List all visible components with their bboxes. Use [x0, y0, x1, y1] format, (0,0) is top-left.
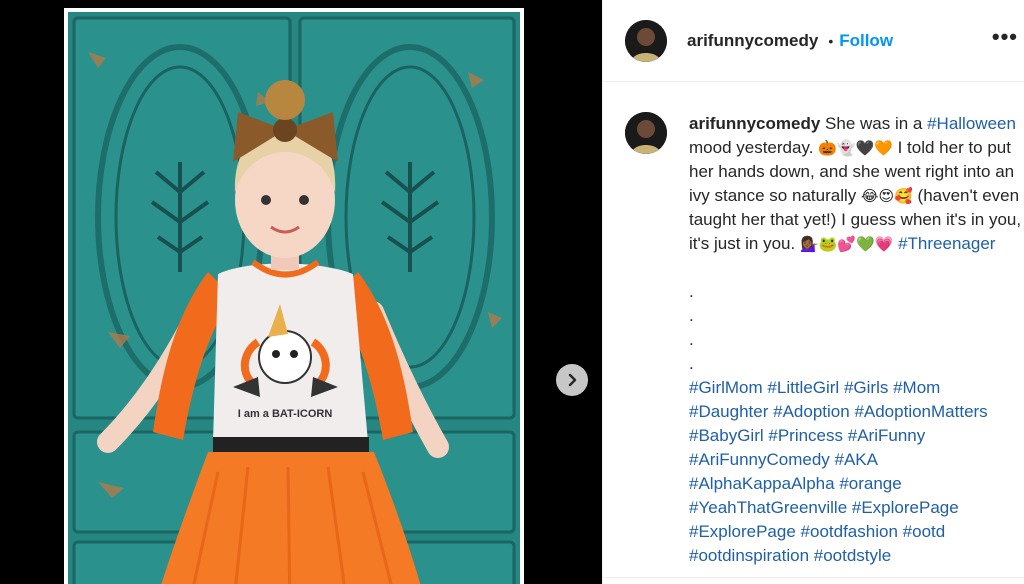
hashtag-link[interactable]: #AdoptionMatters	[854, 402, 987, 421]
post-username[interactable]: arifunnycomedy	[687, 31, 818, 51]
hashtag-link[interactable]: #LittleGirl	[767, 378, 839, 397]
hashtag-link[interactable]: #ootdfashion	[801, 522, 898, 541]
hashtag-link[interactable]: #ootd	[903, 522, 946, 541]
avatar[interactable]	[625, 19, 667, 62]
caption-part: mood yesterday.	[689, 138, 819, 157]
photo-illustration: I am a BAT-ICORN	[68, 12, 520, 584]
emoji-group: 💁🏾‍♀️🐸💕💚💗	[799, 235, 894, 253]
hashtag-link[interactable]: #ootdinspiration	[689, 546, 809, 565]
next-photo-button[interactable]	[556, 364, 588, 396]
hashtag-link[interactable]: #Halloween	[927, 114, 1016, 133]
avatar-image	[625, 19, 667, 62]
caption-dot: .	[689, 354, 694, 373]
hashtag-link[interactable]: #AKA	[835, 450, 878, 469]
emoji-group: 😂😍🥰	[860, 187, 913, 205]
post-header: arifunnycomedy • Follow •••	[603, 0, 1024, 82]
hashtag-link[interactable]: #GirlMom	[689, 378, 763, 397]
caption-dot: .	[689, 306, 694, 325]
hashtag-link[interactable]: #AriFunnyComedy	[689, 450, 830, 469]
divider	[603, 577, 1024, 578]
hashtag-list: #GirlMom #LittleGirl #Girls #Mom #Daught…	[689, 376, 1024, 568]
hashtag-link[interactable]: #ExplorePage	[852, 498, 959, 517]
shirt-text: I am a BAT-ICORN	[238, 408, 333, 420]
caption-avatar[interactable]	[625, 112, 667, 154]
hashtag-link[interactable]: #AriFunny	[848, 426, 925, 445]
caption-username[interactable]: arifunnycomedy	[689, 114, 820, 133]
hashtag-link[interactable]: #Mom	[893, 378, 940, 397]
hashtag-link[interactable]: #Daughter	[689, 402, 768, 421]
hashtag-link[interactable]: #Girls	[844, 378, 888, 397]
hashtag-link[interactable]: #AlphaKappaAlpha	[689, 474, 835, 493]
more-options-icon[interactable]: •••	[992, 24, 1018, 50]
caption-dot: .	[689, 330, 694, 349]
hashtag-link[interactable]: #orange	[839, 474, 901, 493]
separator-dot: •	[828, 32, 834, 49]
hashtag-link[interactable]: #Adoption	[773, 402, 850, 421]
hashtag-link[interactable]: #Threenager	[898, 234, 995, 253]
post-side-panel: arifunnycomedy • Follow ••• arifunnycome…	[602, 0, 1024, 584]
chevron-right-icon	[568, 373, 577, 387]
hashtag-link[interactable]: #ootdstyle	[814, 546, 892, 565]
hashtag-link[interactable]: #YeahThatGreenville	[689, 498, 847, 517]
caption-part: She was in a	[820, 114, 928, 133]
post-photo[interactable]: I am a BAT-ICORN	[68, 12, 520, 584]
hashtag-link[interactable]: #ExplorePage	[689, 522, 796, 541]
caption-dot: .	[689, 282, 694, 301]
emoji-group: 🎃👻🖤🧡	[818, 139, 893, 157]
post-media: I am a BAT-ICORN	[0, 0, 602, 584]
caption-text: arifunnycomedy She was in a #Halloween m…	[689, 112, 1024, 568]
caption-block: arifunnycomedy She was in a #Halloween m…	[603, 82, 1024, 568]
follow-button[interactable]: Follow	[839, 31, 893, 51]
avatar-image	[625, 112, 667, 154]
photo-frame: I am a BAT-ICORN	[64, 8, 524, 584]
hashtag-link[interactable]: #Princess	[768, 426, 843, 445]
hashtag-link[interactable]: #BabyGirl	[689, 426, 764, 445]
